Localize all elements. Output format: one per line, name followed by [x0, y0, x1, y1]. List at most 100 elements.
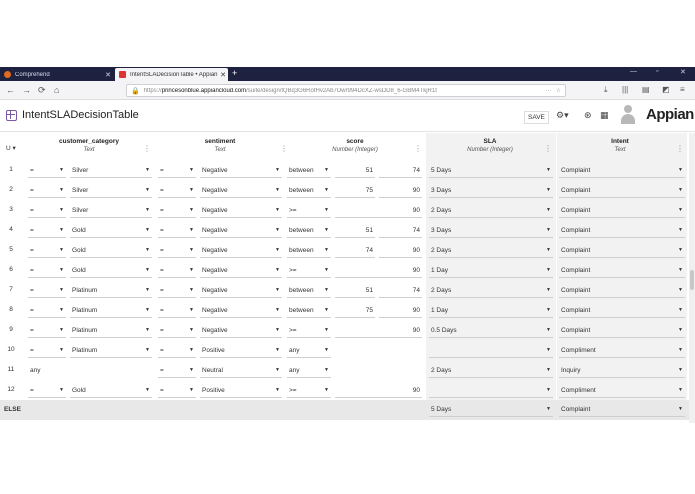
library-icon[interactable]: |||: [622, 85, 628, 94]
intent-select[interactable]: Complaint ▼: [559, 244, 685, 258]
score-low-input[interactable]: 74: [335, 244, 375, 258]
score-low-input[interactable]: 51: [335, 284, 375, 298]
score-operator-select[interactable]: between ▼: [287, 284, 331, 298]
sla-select[interactable]: 0.5 Days ▼: [429, 324, 553, 338]
category-value-select[interactable]: Gold ▼: [70, 264, 152, 278]
sentiment-value-select[interactable]: Negative ▼: [200, 304, 282, 318]
intent-select[interactable]: Complaint ▼: [559, 204, 685, 218]
category-value-select[interactable]: Gold ▼: [70, 244, 152, 258]
score-operator-select[interactable]: >= ▼: [287, 264, 331, 278]
score-low-input[interactable]: 51: [335, 164, 375, 178]
score-operator-select[interactable]: between ▼: [287, 304, 331, 318]
sentiment-value-select[interactable]: Negative ▼: [200, 284, 282, 298]
sentiment-operator-select[interactable]: = ▼: [158, 324, 196, 338]
category-operator-select[interactable]: = ▼: [28, 184, 66, 198]
reload-icon[interactable]: ⟳: [38, 85, 46, 96]
column-menu-icon[interactable]: ⋮: [676, 145, 684, 153]
intent-select[interactable]: Complaint ▼: [559, 284, 685, 298]
sentiment-operator-select[interactable]: = ▼: [158, 184, 196, 198]
score-high-input[interactable]: 74: [379, 164, 422, 178]
score-operator-select[interactable]: between ▼: [287, 164, 331, 178]
page-actions-icon[interactable]: ···: [546, 88, 552, 94]
category-operator[interactable]: any: [28, 364, 66, 378]
sentiment-value-select[interactable]: Negative ▼: [200, 264, 282, 278]
category-value-select[interactable]: Silver ▼: [70, 164, 152, 178]
intent-select[interactable]: Complaint ▼: [559, 324, 685, 338]
sla-select[interactable]: 2 Days ▼: [429, 244, 553, 258]
column-menu-icon[interactable]: ⋮: [280, 145, 288, 153]
score-operator-select[interactable]: >= ▼: [287, 324, 331, 338]
score-operator-select[interactable]: any ▼: [287, 364, 331, 378]
tab-comprehend[interactable]: Comprehend ✕: [0, 68, 113, 81]
score-operator-select[interactable]: any ▼: [287, 344, 331, 358]
category-value-select[interactable]: Gold ▼: [70, 384, 152, 398]
score-low-input[interactable]: 75: [335, 304, 375, 318]
score-operator-select[interactable]: between ▼: [287, 224, 331, 238]
category-operator-select[interactable]: = ▼: [28, 344, 66, 358]
sentiment-operator-select[interactable]: = ▼: [158, 384, 196, 398]
minimize-button[interactable]: —: [630, 68, 637, 75]
tab-close-icon[interactable]: ✕: [218, 71, 228, 79]
score-low-input[interactable]: 75: [335, 184, 375, 198]
category-operator-select[interactable]: = ▼: [28, 204, 66, 218]
sla-select[interactable]: ▼: [429, 344, 553, 358]
intent-select[interactable]: Complaint ▼: [559, 224, 685, 238]
sla-select[interactable]: 2 Days ▼: [429, 364, 553, 378]
sla-select[interactable]: 1 Day ▼: [429, 304, 553, 318]
sentiment-operator-select[interactable]: = ▼: [158, 304, 196, 318]
sentiment-operator-select[interactable]: = ▼: [158, 264, 196, 278]
close-window-button[interactable]: ✕: [680, 68, 686, 76]
home-icon[interactable]: ⌂: [54, 85, 59, 95]
column-menu-icon[interactable]: ⋮: [143, 145, 151, 153]
extension-icon[interactable]: ◩: [662, 85, 670, 94]
sentiment-operator-select[interactable]: = ▼: [158, 364, 196, 378]
category-operator-select[interactable]: = ▼: [28, 384, 66, 398]
intent-select[interactable]: Complaint ▼: [559, 264, 685, 278]
score-high-input[interactable]: 74: [379, 224, 422, 238]
sentiment-value-select[interactable]: Negative ▼: [200, 164, 282, 178]
category-operator-select[interactable]: = ▼: [28, 264, 66, 278]
score-high-input[interactable]: 90: [379, 244, 422, 258]
bookmark-star-icon[interactable]: ☆: [556, 87, 561, 94]
score-low-input[interactable]: 51: [335, 224, 375, 238]
sentiment-operator-select[interactable]: = ▼: [158, 224, 196, 238]
tab-decision-table[interactable]: IntentSLADecisionTable • Appian ✕: [115, 68, 228, 81]
category-operator-select[interactable]: = ▼: [28, 224, 66, 238]
sentiment-value-select[interactable]: Positive ▼: [200, 384, 282, 398]
category-value-select[interactable]: Platinum ▼: [70, 324, 152, 338]
category-value-select[interactable]: Platinum ▼: [70, 304, 152, 318]
settings-gear-icon[interactable]: ⚙▾: [556, 110, 569, 121]
else-sla-select[interactable]: 5 Days ▼: [429, 403, 553, 417]
score-high-input[interactable]: 74: [379, 284, 422, 298]
score-high-input[interactable]: 90: [379, 304, 422, 318]
score-high-input[interactable]: 90: [379, 184, 422, 198]
score-value-input[interactable]: 90: [335, 264, 422, 278]
category-value-select[interactable]: Silver ▼: [70, 184, 152, 198]
category-value-select[interactable]: Gold ▼: [70, 224, 152, 238]
download-icon[interactable]: ⤓: [604, 85, 608, 95]
category-value-select[interactable]: Platinum ▼: [70, 344, 152, 358]
score-value-input[interactable]: 90: [335, 384, 422, 398]
category-operator-select[interactable]: = ▼: [28, 244, 66, 258]
sentiment-value-select[interactable]: Negative ▼: [200, 324, 282, 338]
sentiment-operator-select[interactable]: = ▼: [158, 284, 196, 298]
sla-select[interactable]: 3 Days ▼: [429, 184, 553, 198]
category-value-select[interactable]: Platinum ▼: [70, 284, 152, 298]
sidebar-icon[interactable]: ▤: [642, 85, 650, 94]
sentiment-operator-select[interactable]: = ▼: [158, 344, 196, 358]
navigate-icon[interactable]: ⊛: [584, 110, 592, 121]
sla-select[interactable]: ▼: [429, 384, 553, 398]
sentiment-value-select[interactable]: Negative ▼: [200, 244, 282, 258]
category-operator-select[interactable]: = ▼: [28, 284, 66, 298]
category-value-select[interactable]: Silver ▼: [70, 204, 152, 218]
intent-select[interactable]: Complaint ▼: [559, 164, 685, 178]
maximize-button[interactable]: ▫: [656, 68, 658, 75]
sentiment-value-select[interactable]: Negative ▼: [200, 224, 282, 238]
new-tab-button[interactable]: +: [232, 68, 237, 78]
intent-select[interactable]: Complaint ▼: [559, 184, 685, 198]
sentiment-value-select[interactable]: Neutral ▼: [200, 364, 282, 378]
hit-policy-select[interactable]: U ▾: [6, 144, 16, 152]
score-operator-select[interactable]: between ▼: [287, 184, 331, 198]
back-icon[interactable]: ←: [6, 85, 15, 95]
sentiment-value-select[interactable]: Negative ▼: [200, 184, 282, 198]
